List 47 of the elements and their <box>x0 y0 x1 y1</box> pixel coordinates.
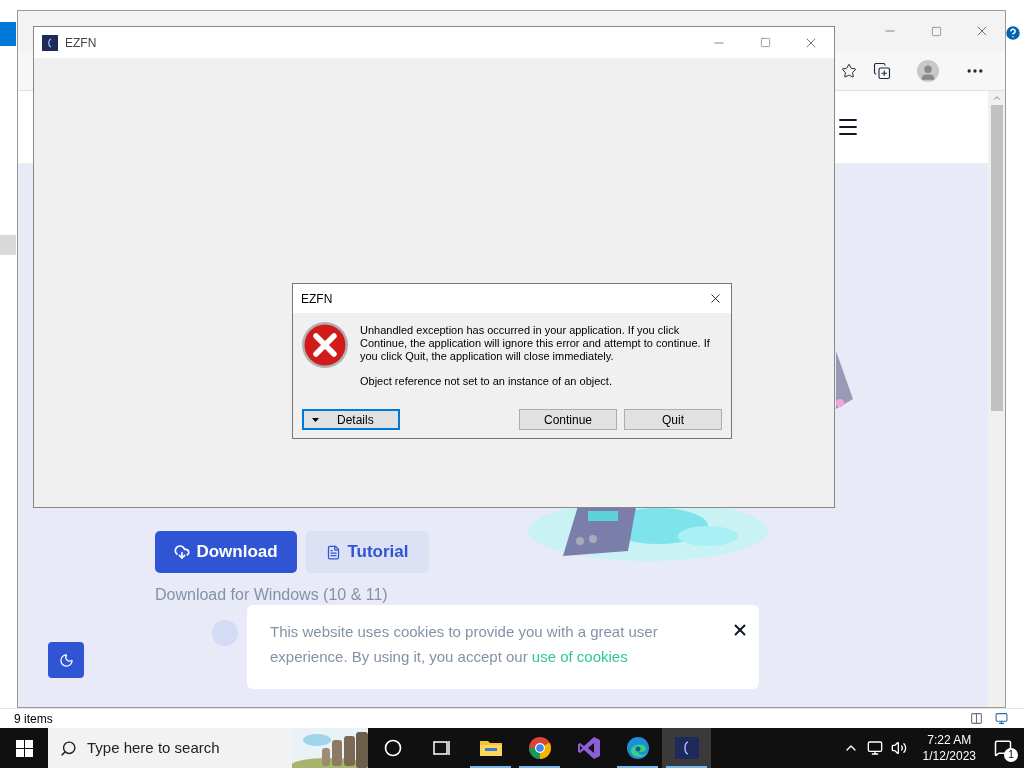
close-icon[interactable] <box>708 291 723 306</box>
error-icon <box>301 321 349 369</box>
cloud-download-icon <box>174 544 191 560</box>
task-view-icon <box>431 739 452 757</box>
error-detail: Object reference not set to an instance of an object. <box>360 375 613 388</box>
network-icon[interactable] <box>866 740 883 756</box>
scrollbar-thumb[interactable] <box>990 105 1003 411</box>
notifications-button[interactable]: 1 <box>982 728 1024 768</box>
search-field[interactable]: Type here to search <box>48 728 368 768</box>
sidebar-selection <box>0 22 16 46</box>
scrollbar[interactable] <box>988 91 1005 707</box>
dialog-button[interactable]: Quit <box>624 409 722 430</box>
search-placeholder: Type here to search <box>87 737 220 758</box>
taskbar-app-button[interactable] <box>662 728 711 768</box>
cookie-message: This website uses cookies to provide you with a great user experience. By using it, you accept our use of cookies <box>270 622 659 667</box>
large-icons-view-icon[interactable] <box>995 712 1008 725</box>
download-note: Download for Windows (10 & 11) <box>155 585 389 605</box>
dark-mode-button[interactable] <box>48 642 84 678</box>
edge-icon <box>625 736 650 760</box>
volume-icon[interactable] <box>890 740 907 756</box>
caret-icon <box>312 417 319 422</box>
ezfn-app-icon <box>674 737 699 759</box>
notification-badge: 1 <box>1004 748 1018 762</box>
app-icon <box>42 34 58 51</box>
clock[interactable]: 7:22 AM 1/12/2023 <box>916 732 982 764</box>
error-message: Unhandled exception has occurred in your application. If you click Continue, the application will ignore this error and attempt to continue. If you click Quit, the application will close immediately. <box>360 324 711 363</box>
chrome-icon <box>527 736 552 760</box>
favorites-icon[interactable] <box>841 62 857 79</box>
details-button[interactable]: Details <box>302 409 400 430</box>
window-title: EZFN <box>65 34 97 52</box>
windows-icon <box>15 739 33 757</box>
collections-icon[interactable] <box>873 61 891 80</box>
cortana-icon <box>383 739 402 757</box>
dialog-title: EZFN <box>301 290 333 308</box>
details-view-icon[interactable] <box>970 712 983 725</box>
profile-icon[interactable] <box>917 59 939 82</box>
notification-icon <box>994 739 1012 757</box>
download-button[interactable]: Download <box>155 531 297 573</box>
visual-studio-icon <box>576 736 601 760</box>
moon-icon <box>58 652 74 668</box>
item-count: 9 items <box>14 710 53 728</box>
search-icon <box>60 739 77 757</box>
tutorial-button[interactable]: Tutorial <box>306 531 429 573</box>
document-icon <box>326 544 342 560</box>
dialog-button[interactable]: Continue <box>519 409 617 430</box>
sidebar-item <box>0 235 16 255</box>
folder-icon <box>478 738 503 758</box>
